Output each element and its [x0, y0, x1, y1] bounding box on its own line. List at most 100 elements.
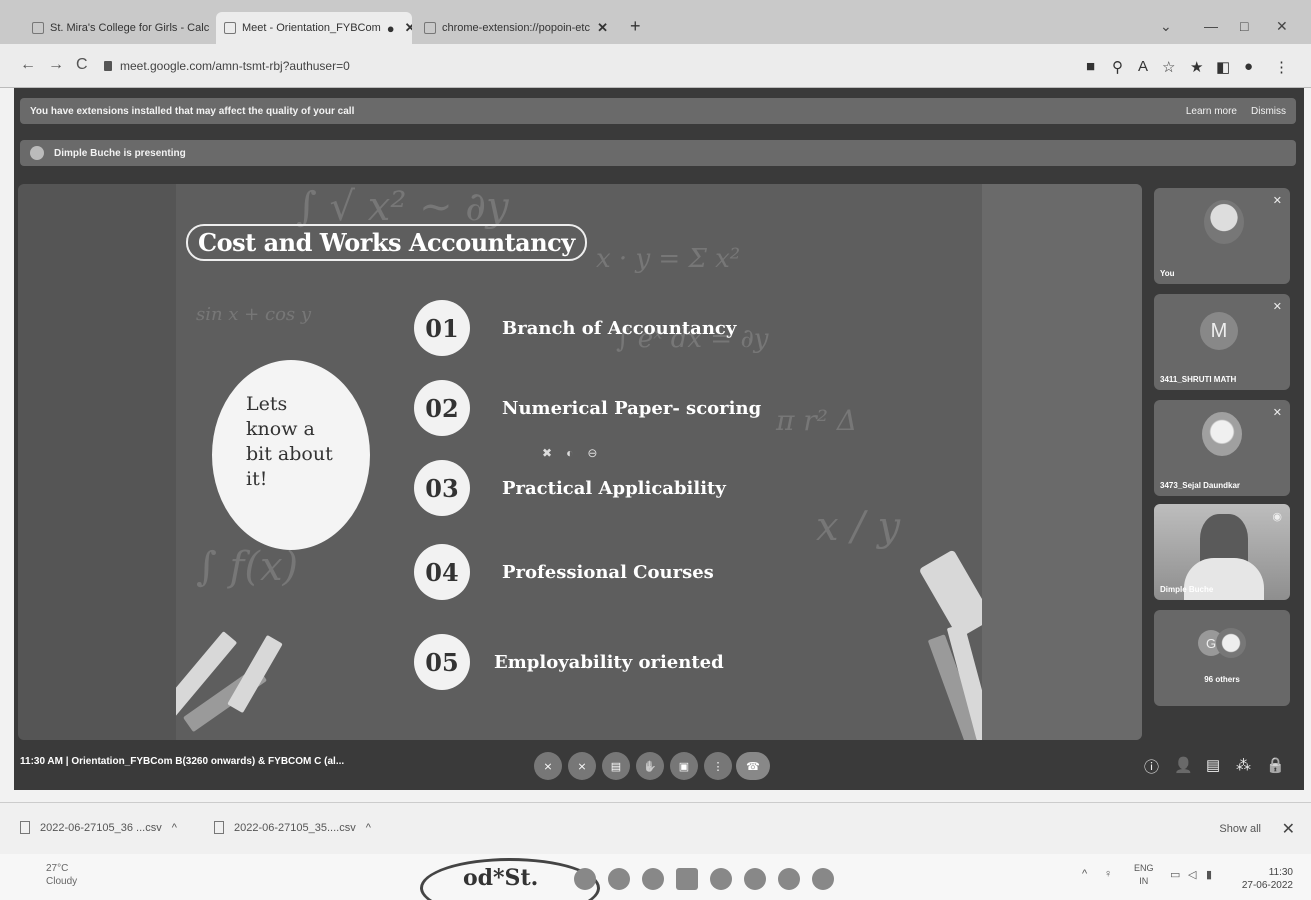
downloads-bar: 2022-06-27105_36 ...csv ^ 2022-06-27105_… [0, 802, 1311, 854]
meeting-time: 11:30 AM [20, 756, 63, 767]
camera-icon[interactable]: ■ [1086, 58, 1095, 75]
camera-button[interactable]: ⨯ [568, 752, 596, 780]
region: IN [1139, 876, 1149, 886]
mute-icon[interactable]: ◐ [566, 446, 573, 460]
mic-off-icon: ✕ [1272, 195, 1282, 207]
extension-warning-banner: You have extensions installed that may a… [20, 98, 1296, 124]
clock-time: 11:30 [1268, 867, 1293, 878]
participant-tile[interactable]: M ✕ 3411_SHRUTI MATH [1154, 294, 1290, 390]
point-number: 04 [414, 544, 470, 600]
side-panel-icon[interactable]: ◧ [1216, 58, 1230, 76]
chrome-icon[interactable] [778, 868, 800, 890]
maximize-button[interactable]: □ [1240, 18, 1248, 34]
participant-name: 3411_SHRUTI MATH [1160, 375, 1237, 384]
bubble-line: Lets [246, 393, 288, 415]
others-tile[interactable]: G 96 others [1154, 610, 1290, 706]
avatar: M [1200, 312, 1238, 350]
network-icon[interactable]: ▭ [1170, 868, 1180, 881]
chalk-scribble: sin x + cos y [196, 304, 312, 325]
chrome-icon[interactable] [744, 868, 766, 890]
url-text: meet.google.com/amn-tsmt-rbj?authuser=0 [120, 59, 350, 73]
download-item[interactable]: 2022-06-27105_35....csv ^ [214, 821, 371, 834]
translate-icon[interactable]: A [1138, 58, 1148, 75]
address-bar-row: ← → C meet.google.com/amn-tsmt-rbj?authu… [0, 44, 1311, 88]
remove-icon[interactable]: ⊖ [587, 446, 597, 460]
host-controls-icon[interactable]: 🔒 [1266, 756, 1285, 774]
participant-tile[interactable]: ✕ You [1154, 188, 1290, 284]
pencil [227, 634, 283, 714]
extension-icon [424, 22, 436, 34]
chevron-up-icon[interactable]: ^ [366, 822, 371, 834]
back-button[interactable]: ← [20, 56, 36, 74]
new-tab-button[interactable]: + [630, 16, 641, 37]
sharpener [918, 549, 982, 639]
others-count: 96 others [1204, 675, 1240, 684]
learn-more-link[interactable]: Learn more [1186, 106, 1237, 117]
dismiss-link[interactable]: Dismiss [1251, 106, 1286, 117]
chevron-up-icon[interactable]: ^ [172, 822, 177, 834]
more-options-button[interactable]: ⋮ [704, 752, 732, 780]
activities-icon[interactable]: ⁂ [1236, 756, 1251, 774]
tab-extension[interactable]: chrome-extension://popoin-etc ✕ [416, 12, 616, 44]
clock-date: 27-06-2022 [1241, 880, 1293, 891]
present-button[interactable]: ▣ [670, 752, 698, 780]
url-field[interactable]: meet.google.com/amn-tsmt-rbj?authuser=0 [104, 53, 1064, 79]
raise-hand-button[interactable]: ✋ [636, 752, 664, 780]
zoom-icon[interactable]: ⚲ [1112, 58, 1123, 76]
participant-tile[interactable]: ✕ 3473_Sejal Daundkar [1154, 400, 1290, 496]
captions-button[interactable]: ▤ [602, 752, 630, 780]
show-all-button[interactable]: Show all [1219, 823, 1261, 835]
chevron-up-icon[interactable]: ^ [1082, 868, 1087, 880]
tab-label: St. Mira's College for Girls - Calc [50, 22, 210, 34]
taskbar: 27°C Cloudy od*St. ^ ♀ ENG IN ▭ ◁ ▮ 11:3… [0, 854, 1311, 900]
tab-search-icon[interactable]: ⌄ [1160, 18, 1172, 35]
close-icon[interactable]: ✕ [597, 20, 608, 36]
close-icon[interactable]: ✕ [405, 20, 412, 36]
file-explorer-icon[interactable] [676, 868, 698, 890]
slide-point: 03 Practical Applicability [414, 460, 726, 516]
chat-icon[interactable]: ▤ [1206, 756, 1220, 774]
menu-icon[interactable]: ⋮ [1274, 58, 1289, 76]
reload-button[interactable]: C [76, 56, 88, 74]
chalk-scribble: π r² Δ [776, 404, 858, 437]
presentation-area: ∫ √ x² ~ ∂y sin x + cos y x · y = Σ x² ∫… [18, 184, 1142, 740]
profile-avatar[interactable]: ● [1244, 58, 1253, 75]
bookmark-star-icon[interactable]: ☆ [1162, 58, 1175, 76]
volume-icon[interactable]: ◁ [1188, 868, 1196, 881]
clock[interactable]: 11:30 27-06-2022 [1242, 866, 1293, 892]
edge-icon[interactable] [642, 868, 664, 890]
download-item[interactable]: 2022-06-27105_36 ...csv ^ [20, 821, 177, 834]
people-icon[interactable]: 👤 [1174, 756, 1193, 774]
forward-button[interactable]: → [48, 56, 64, 74]
language-indicator[interactable]: ENG IN [1134, 862, 1154, 888]
bubble-line: know a [246, 418, 315, 440]
tab-meet[interactable]: Meet - Orientation_FYBCom ● ✕ [216, 12, 412, 44]
point-text: Numerical Paper- scoring [502, 397, 762, 419]
participant-name: 3473_Sejal Daundkar [1160, 481, 1241, 490]
app-icon[interactable] [710, 868, 732, 890]
avatar [1202, 412, 1242, 456]
battery-icon[interactable]: ▮ [1206, 868, 1212, 881]
minimize-button[interactable]: — [1204, 18, 1218, 34]
slide-point: 02 Numerical Paper- scoring [414, 380, 761, 436]
info-icon[interactable]: ⓘ [1144, 756, 1159, 777]
close-window-button[interactable]: ✕ [1276, 18, 1288, 35]
meet-window: You have extensions installed that may a… [14, 88, 1304, 790]
presenting-text: Dimple Buche is presenting [54, 147, 186, 159]
app-icon[interactable] [812, 868, 834, 890]
participant-video-tile[interactable]: ◉ Dimple Buche [1154, 504, 1290, 600]
language: ENG [1134, 863, 1154, 873]
leave-call-button[interactable]: ☎ [736, 752, 770, 780]
pin-icon[interactable]: ✖ [542, 446, 552, 460]
microphone-icon[interactable]: ♀ [1104, 868, 1112, 880]
mic-button[interactable]: ⨯ [534, 752, 562, 780]
tab-college[interactable]: St. Mira's College for Girls - Calc ✕ [24, 12, 214, 44]
close-icon[interactable]: ✕ [1282, 819, 1295, 839]
search-icon[interactable] [574, 868, 596, 890]
extensions-icon[interactable]: ★ [1190, 58, 1203, 76]
weather-widget[interactable]: 27°C Cloudy [46, 862, 77, 888]
file-icon [20, 821, 30, 834]
app-icon[interactable] [608, 868, 630, 890]
point-number: 03 [414, 460, 470, 516]
slide-point: 01 Branch of Accountancy [414, 300, 736, 356]
